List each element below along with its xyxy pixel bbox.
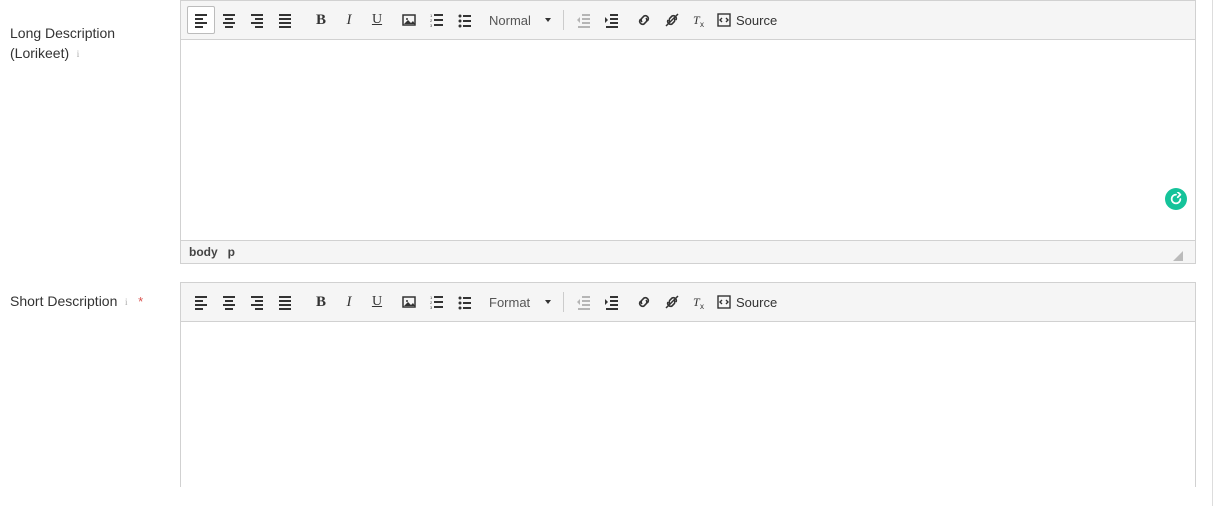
long-description-content[interactable] [181, 40, 1195, 240]
bullet-list-button[interactable] [451, 6, 479, 34]
editor-toolbar: B I U Normal [181, 1, 1195, 40]
underline-button[interactable]: U [363, 6, 391, 34]
image-button[interactable] [395, 6, 423, 34]
source-label: Source [736, 13, 777, 28]
long-description-label: Long Description (Lorikeet) i [10, 0, 180, 63]
source-button[interactable]: Source [714, 6, 785, 34]
format-label: Format [489, 295, 530, 310]
format-label: Normal [489, 13, 531, 28]
link-button[interactable] [630, 288, 658, 316]
grammarly-badge-icon[interactable] [1165, 188, 1187, 210]
long-description-row: Long Description (Lorikeet) i B I U [0, 0, 1196, 264]
toolbar-separator [563, 292, 564, 312]
align-justify-button[interactable] [271, 6, 299, 34]
source-icon [716, 294, 732, 310]
required-indicator: * [138, 294, 143, 309]
remove-format-button[interactable] [686, 6, 714, 34]
align-left-button[interactable] [187, 6, 215, 34]
label-line2: (Lorikeet) [10, 45, 69, 61]
chevron-down-icon [545, 300, 551, 304]
short-description-label: Short Description i * [10, 282, 180, 312]
align-right-button[interactable] [243, 6, 271, 34]
outdent-button[interactable] [570, 6, 598, 34]
align-justify-button[interactable] [271, 288, 299, 316]
paragraph-format-dropdown[interactable]: Normal [479, 6, 557, 34]
info-icon[interactable]: i [121, 297, 131, 307]
align-center-button[interactable] [215, 288, 243, 316]
editor-toolbar: B I U Format [181, 283, 1195, 322]
bold-button[interactable]: B [307, 6, 335, 34]
short-description-row: Short Description i * B I U [0, 282, 1196, 487]
underline-button[interactable]: U [363, 288, 391, 316]
resize-grip[interactable] [1173, 251, 1183, 261]
align-left-button[interactable] [187, 288, 215, 316]
indent-button[interactable] [598, 288, 626, 316]
path-body[interactable]: body [189, 245, 218, 259]
source-label: Source [736, 295, 777, 310]
numbered-list-button[interactable] [423, 288, 451, 316]
align-right-button[interactable] [243, 288, 271, 316]
editor-element-path: body p [181, 240, 1195, 263]
short-description-content[interactable] [181, 322, 1195, 487]
bold-button[interactable]: B [307, 288, 335, 316]
label-line1: Long Description [10, 25, 115, 41]
unlink-button[interactable] [658, 6, 686, 34]
outdent-button[interactable] [570, 288, 598, 316]
path-p[interactable]: p [228, 245, 235, 259]
source-icon [716, 12, 732, 28]
indent-button[interactable] [598, 6, 626, 34]
bullet-list-button[interactable] [451, 288, 479, 316]
remove-format-button[interactable] [686, 288, 714, 316]
paragraph-format-dropdown[interactable]: Format [479, 288, 557, 316]
source-button[interactable]: Source [714, 288, 785, 316]
info-icon[interactable]: i [73, 49, 83, 59]
toolbar-separator [563, 10, 564, 30]
image-button[interactable] [395, 288, 423, 316]
unlink-button[interactable] [658, 288, 686, 316]
long-description-editor: B I U Normal [180, 0, 1196, 264]
numbered-list-button[interactable] [423, 6, 451, 34]
chevron-down-icon [545, 18, 551, 22]
link-button[interactable] [630, 6, 658, 34]
short-description-editor: B I U Format [180, 282, 1196, 487]
align-center-button[interactable] [215, 6, 243, 34]
italic-button[interactable]: I [335, 6, 363, 34]
italic-button[interactable]: I [335, 288, 363, 316]
label-text: Short Description [10, 293, 117, 309]
